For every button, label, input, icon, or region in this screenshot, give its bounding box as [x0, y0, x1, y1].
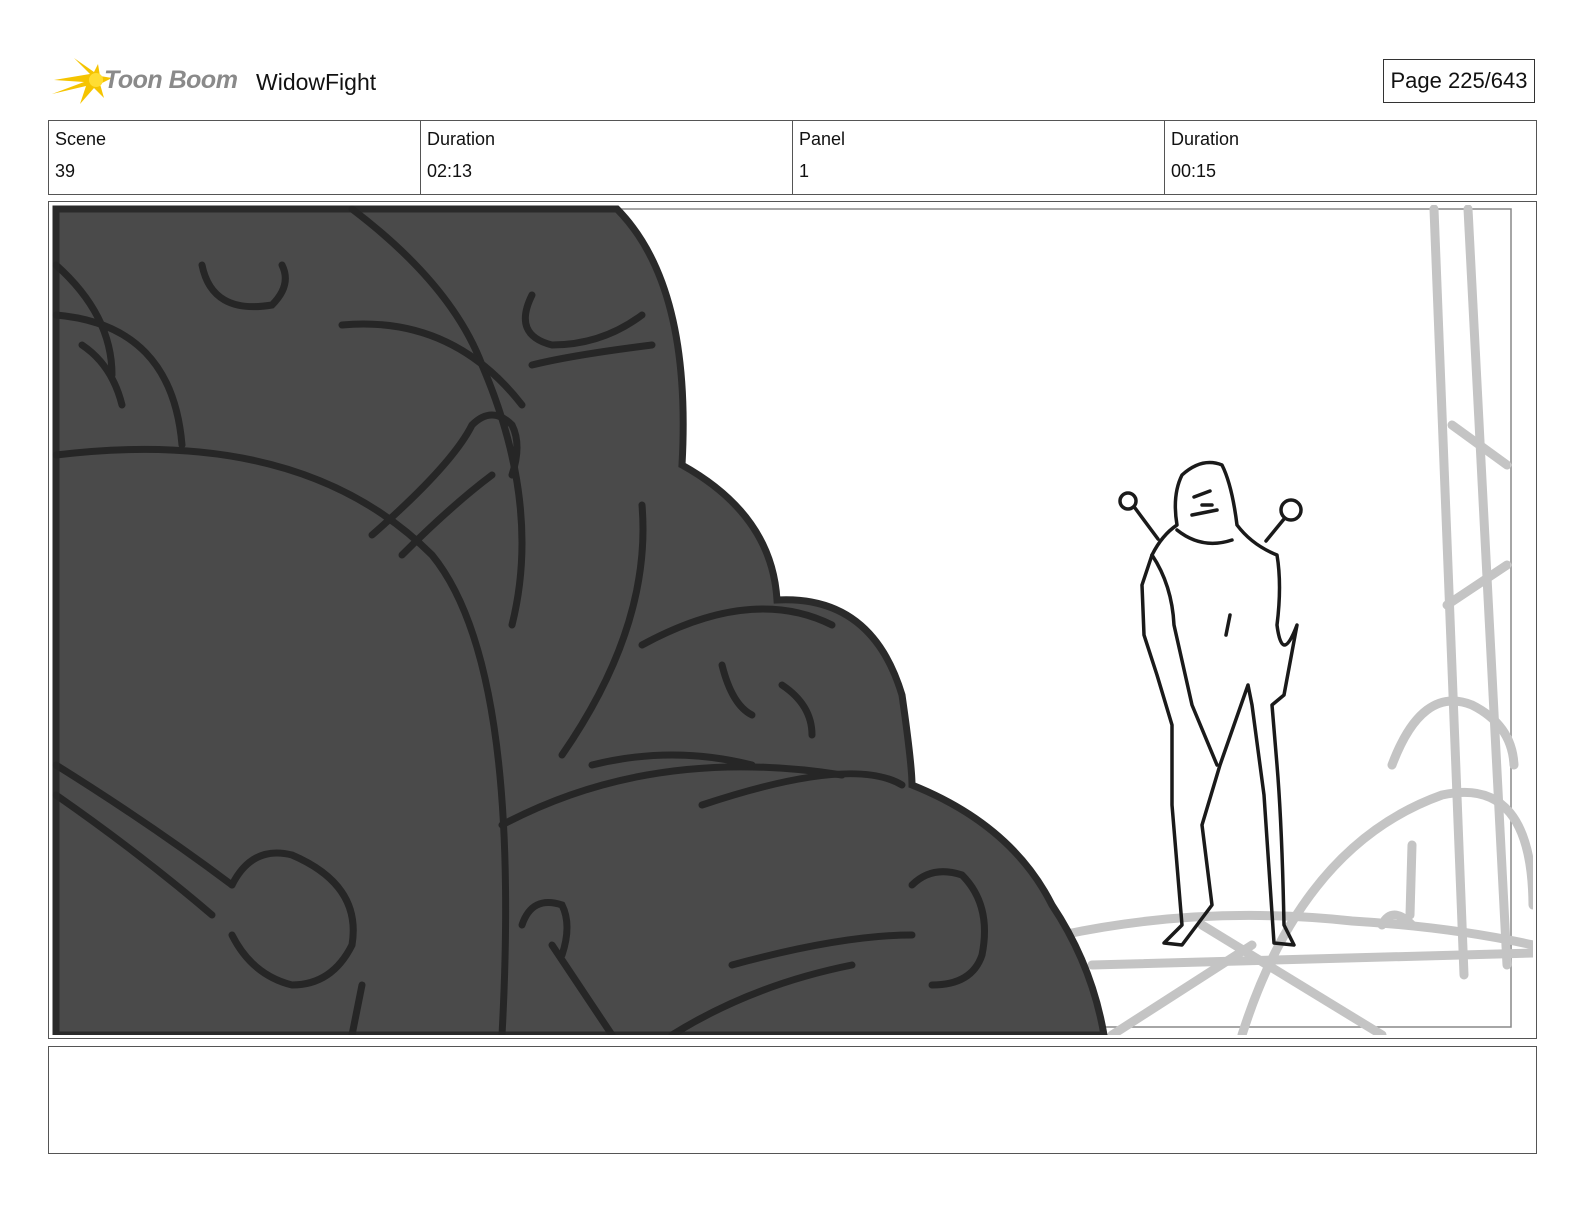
widow-character-sketch: [1118, 460, 1303, 947]
background-sketch: [1057, 205, 1533, 1035]
panel-label: Panel: [799, 129, 846, 149]
brand-name: Toon Boom: [104, 66, 238, 94]
scene-duration-cell: Duration 02:13: [421, 121, 793, 194]
scene-duration-label: Duration: [427, 129, 496, 149]
scene-label: Scene: [55, 129, 107, 149]
panel-duration-label: Duration: [1171, 129, 1240, 149]
panel-cell: Panel 1: [793, 121, 1165, 194]
page-number: Page 225/643: [1383, 59, 1535, 103]
scene-cell: Scene 39: [49, 121, 421, 194]
scene-duration-value: 02:13: [427, 161, 473, 181]
starburst-icon: [52, 58, 112, 104]
panel-duration-cell: Duration 00:15: [1165, 121, 1536, 194]
storyboard-panel-drawing: [52, 205, 1533, 1035]
scene-value: 39: [55, 161, 76, 181]
panel-value: 1: [799, 161, 810, 181]
smoke-cloud: [52, 205, 1108, 1035]
scene-info-table: Scene 39 Duration 02:13 Panel 1 Duration…: [48, 120, 1537, 195]
project-title: WidowFight: [256, 69, 377, 95]
panel-duration-value: 00:15: [1171, 161, 1217, 181]
panel-caption-box: [48, 1046, 1537, 1154]
